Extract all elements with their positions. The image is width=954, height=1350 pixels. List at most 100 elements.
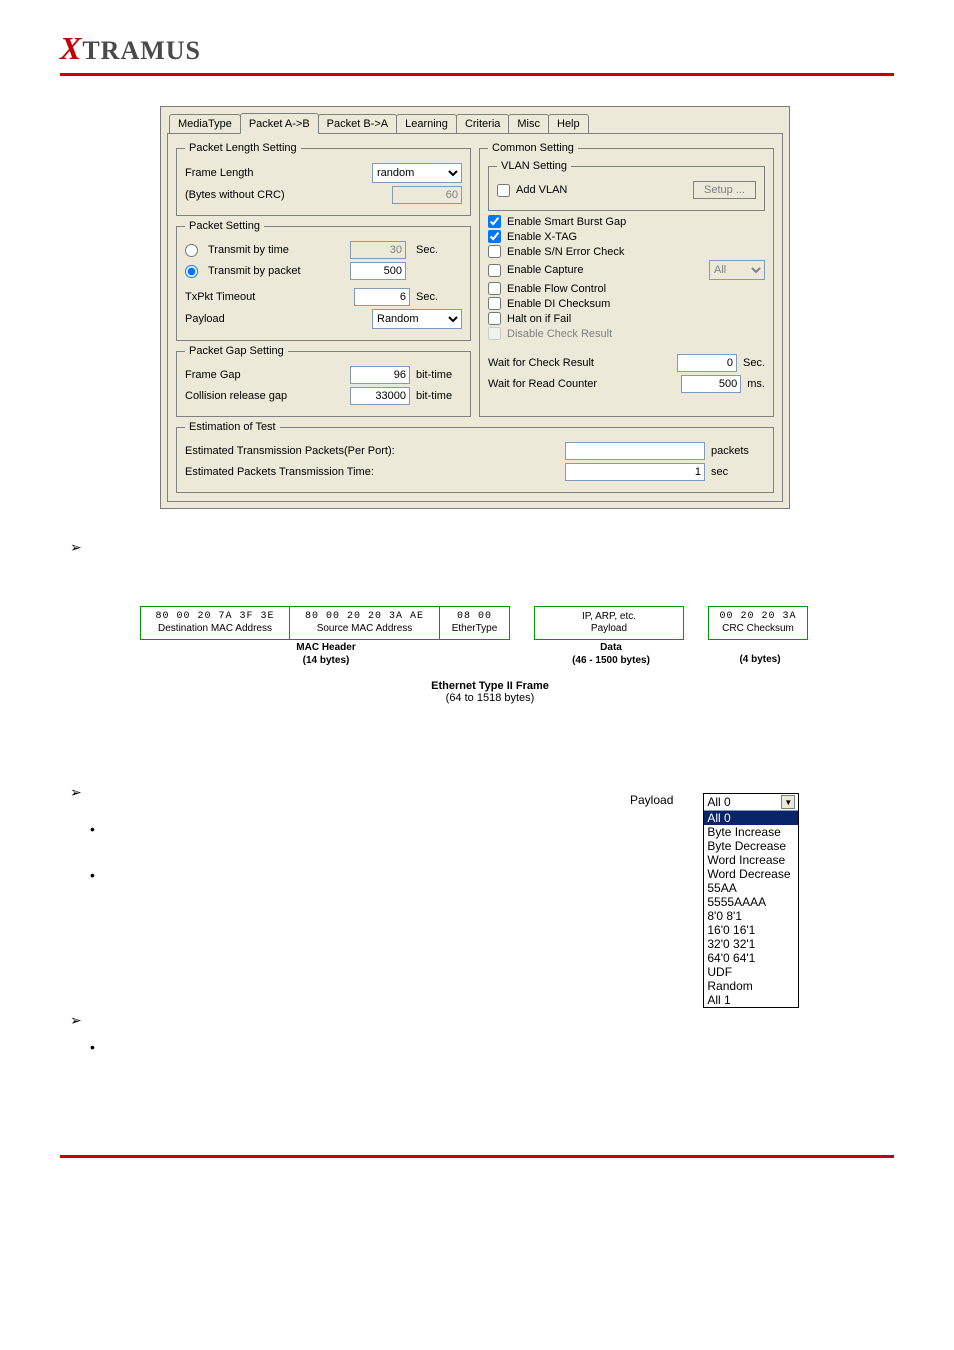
tab-misc[interactable]: Misc bbox=[508, 114, 549, 133]
packet-config-dialog: MediaType Packet A->B Packet B->A Learni… bbox=[160, 106, 790, 509]
unit-frame-gap: bit-time bbox=[416, 369, 462, 381]
check-di-checksum[interactable] bbox=[488, 297, 501, 310]
input-collision-gap[interactable] bbox=[350, 387, 410, 405]
tab-packet-a-b[interactable]: Packet A->B bbox=[240, 113, 319, 134]
unit-collision-gap: bit-time bbox=[416, 390, 462, 402]
payload-opt-4[interactable]: Word Decrease bbox=[704, 867, 798, 881]
label-est-packets: Estimated Transmission Packets(Per Port)… bbox=[185, 445, 559, 457]
select-capture-mode: All bbox=[709, 260, 765, 280]
bullet-1: ➢ bbox=[70, 539, 894, 556]
unit-est-packets: packets bbox=[711, 445, 765, 457]
fd-payload: IP, ARP, etc. Payload bbox=[534, 606, 684, 640]
tab-bar: MediaType Packet A->B Packet B->A Learni… bbox=[167, 113, 783, 133]
payload-dropdown[interactable]: All 0 ▼ All 0 Byte Increase Byte Decreas… bbox=[703, 793, 799, 1008]
check-xtag[interactable] bbox=[488, 230, 501, 243]
legend-estimation: Estimation of Test bbox=[185, 421, 280, 433]
legend-packet-setting: Packet Setting bbox=[185, 220, 264, 232]
unit-transmit-time: Sec. bbox=[416, 244, 462, 256]
payload-selected-value: All 0 bbox=[707, 795, 730, 809]
radio-transmit-packet[interactable] bbox=[185, 265, 198, 278]
legend-common: Common Setting bbox=[488, 142, 578, 154]
legend-vlan: VLAN Setting bbox=[497, 160, 571, 172]
payload-opt-10[interactable]: 64'0 64'1 bbox=[704, 951, 798, 965]
input-transmit-time bbox=[350, 241, 406, 259]
input-est-time bbox=[565, 463, 705, 481]
group-common-setting: Common Setting VLAN Setting Add VLAN Set… bbox=[479, 142, 774, 417]
bullet-dot-3: • bbox=[90, 1039, 894, 1055]
legend-packet-length: Packet Length Setting bbox=[185, 142, 301, 154]
tab-mediatype[interactable]: MediaType bbox=[169, 114, 241, 133]
brand-logo: XTRAMUS bbox=[60, 36, 201, 65]
label-transmit-packet: Transmit by packet bbox=[208, 265, 344, 277]
ethernet-frame-diagram: 80 00 20 7A 3F 3E Destination MAC Addres… bbox=[140, 606, 840, 704]
chevron-down-icon[interactable]: ▼ bbox=[781, 795, 795, 809]
checks-container: Enable Smart Burst Gap Enable X-TAG Enab… bbox=[488, 215, 765, 340]
payload-opt-6[interactable]: 5555AAAA bbox=[704, 895, 798, 909]
input-wait-check[interactable] bbox=[677, 354, 737, 372]
select-frame-length[interactable]: random bbox=[372, 163, 462, 183]
payload-opt-2[interactable]: Byte Decrease bbox=[704, 839, 798, 853]
button-vlan-setup[interactable]: Setup ... bbox=[693, 181, 756, 199]
payload-opt-13[interactable]: All 1 bbox=[704, 993, 798, 1007]
select-payload[interactable]: Random bbox=[372, 309, 462, 329]
label-add-vlan: Add VLAN bbox=[516, 184, 687, 196]
unit-wait-check: Sec. bbox=[743, 357, 765, 369]
check-sn-error[interactable] bbox=[488, 245, 501, 258]
unit-est-time: sec bbox=[711, 466, 765, 478]
fd-src: 80 00 20 20 3A AE Source MAC Address bbox=[290, 606, 440, 640]
tab-packet-b-a[interactable]: Packet B->A bbox=[318, 114, 397, 133]
label-bytes-no-crc: (Bytes without CRC) bbox=[185, 189, 386, 201]
label-collision-gap: Collision release gap bbox=[185, 390, 344, 402]
group-packet-length: Packet Length Setting Frame Length rando… bbox=[176, 142, 471, 216]
check-flow-control[interactable] bbox=[488, 282, 501, 295]
input-est-packets bbox=[565, 442, 705, 460]
label-di-checksum: Enable DI Checksum bbox=[507, 298, 610, 310]
input-frame-gap[interactable] bbox=[350, 366, 410, 384]
payload-opt-0[interactable]: All 0 bbox=[704, 811, 798, 825]
payload-opt-1[interactable]: Byte Increase bbox=[704, 825, 798, 839]
tab-criteria[interactable]: Criteria bbox=[456, 114, 509, 133]
payload-opt-9[interactable]: 32'0 32'1 bbox=[704, 937, 798, 951]
check-smart-burst-gap[interactable] bbox=[488, 215, 501, 228]
bullet-3: ➢ bbox=[70, 1012, 894, 1029]
legend-packet-gap: Packet Gap Setting bbox=[185, 345, 288, 357]
input-bytes-no-crc bbox=[392, 186, 462, 204]
label-flow-control: Enable Flow Control bbox=[507, 283, 606, 295]
payload-opt-5[interactable]: 55AA bbox=[704, 881, 798, 895]
label-sn-error: Enable S/N Error Check bbox=[507, 246, 624, 258]
payload-options-list: All 0 Byte Increase Byte Decrease Word I… bbox=[704, 811, 798, 1007]
fd-crc: 00 20 20 3A CRC Checksum bbox=[708, 606, 808, 640]
payload-opt-3[interactable]: Word Increase bbox=[704, 853, 798, 867]
payload-opt-8[interactable]: 16'0 16'1 bbox=[704, 923, 798, 937]
check-disable-check-result bbox=[488, 327, 501, 340]
radio-transmit-time[interactable] bbox=[185, 244, 198, 257]
tab-learning[interactable]: Learning bbox=[396, 114, 457, 133]
payload-opt-11[interactable]: UDF bbox=[704, 965, 798, 979]
check-halt-fail[interactable] bbox=[488, 312, 501, 325]
unit-wait-read: ms. bbox=[747, 378, 765, 390]
check-add-vlan[interactable] bbox=[497, 184, 510, 197]
payload-opt-7[interactable]: 8'0 8'1 bbox=[704, 909, 798, 923]
payload-opt-12[interactable]: Random bbox=[704, 979, 798, 993]
group-estimation: Estimation of Test Estimated Transmissio… bbox=[176, 421, 774, 493]
fd-ethertype: 08 00 EtherType bbox=[440, 606, 510, 640]
input-wait-read[interactable] bbox=[681, 375, 741, 393]
label-wait-check: Wait for Check Result bbox=[488, 357, 671, 369]
brand-header: XTRAMUS bbox=[60, 30, 894, 76]
label-frame-length: Frame Length bbox=[185, 167, 366, 179]
fd-title: Ethernet Type II Frame (64 to 1518 bytes… bbox=[140, 680, 840, 704]
label-payload-dd: Payload bbox=[630, 793, 673, 807]
tab-help[interactable]: Help bbox=[548, 114, 589, 133]
check-capture[interactable] bbox=[488, 264, 501, 277]
label-payload: Payload bbox=[185, 313, 366, 325]
fd-dest: 80 00 20 7A 3F 3E Destination MAC Addres… bbox=[140, 606, 290, 640]
label-txpkt-timeout: TxPkt Timeout bbox=[185, 291, 348, 303]
input-txpkt-timeout[interactable] bbox=[354, 288, 410, 306]
label-est-time: Estimated Packets Transmission Time: bbox=[185, 466, 559, 478]
label-halt-fail: Halt on if Fail bbox=[507, 313, 571, 325]
input-transmit-packet[interactable] bbox=[350, 262, 406, 280]
label-smart-burst-gap: Enable Smart Burst Gap bbox=[507, 216, 626, 228]
tab-panel: Packet Length Setting Frame Length rando… bbox=[167, 133, 783, 502]
group-packet-setting: Packet Setting Transmit by time Sec. Tra… bbox=[176, 220, 471, 341]
label-wait-read: Wait for Read Counter bbox=[488, 378, 675, 390]
